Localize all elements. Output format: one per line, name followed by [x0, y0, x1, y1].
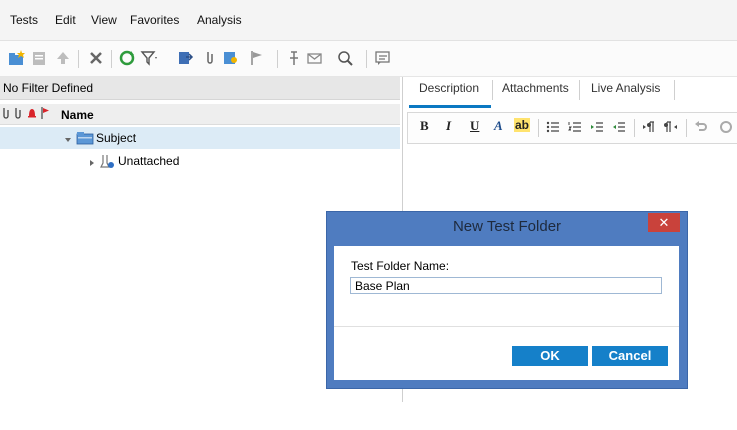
ok-button[interactable]: OK: [512, 346, 588, 366]
delete-icon[interactable]: [87, 49, 105, 67]
italic-button[interactable]: I: [446, 118, 451, 134]
menu-edit[interactable]: Edit: [55, 13, 76, 27]
filter-icon[interactable]: [140, 49, 158, 67]
new-folder-icon[interactable]: [8, 49, 26, 67]
chevron-down-icon[interactable]: [64, 133, 72, 142]
tab-live-analysis[interactable]: Live Analysis: [581, 77, 673, 105]
numbered-list-icon[interactable]: [568, 120, 582, 134]
attachment-column-icon[interactable]: [1, 106, 11, 120]
outdent-icon[interactable]: [612, 120, 626, 134]
font-color-button[interactable]: A: [494, 118, 503, 134]
unattached-test-icon: [99, 153, 115, 169]
find-icon[interactable]: [222, 49, 240, 67]
ltr-direction-icon[interactable]: [642, 120, 656, 134]
tree-node-label: Subject: [96, 131, 137, 145]
tab-attachments[interactable]: Attachments: [494, 77, 578, 105]
new-test-icon[interactable]: [30, 49, 48, 67]
folder-name-label: Test Folder Name:: [351, 259, 450, 273]
highlight-button[interactable]: ab: [514, 118, 531, 132]
tree-column-header: Name: [0, 104, 400, 125]
dialog-body: Test Folder Name: OK Cancel: [334, 246, 679, 380]
refresh-icon[interactable]: [118, 49, 136, 67]
cancel-button[interactable]: Cancel: [592, 346, 668, 366]
close-button[interactable]: ✕: [648, 213, 680, 232]
bullet-list-icon[interactable]: [546, 120, 560, 134]
link-column-icon[interactable]: [13, 106, 23, 120]
tree-node-subject[interactable]: Subject: [0, 127, 400, 149]
menu-view[interactable]: View: [91, 13, 117, 27]
attachment-icon[interactable]: [200, 49, 218, 67]
filter-status: No Filter Defined: [3, 81, 94, 95]
redo-icon[interactable]: [718, 120, 732, 134]
menu-tests[interactable]: Tests: [10, 13, 38, 27]
mail-icon[interactable]: [306, 49, 324, 67]
menu-bar: Tests Edit View Favorites Analysis: [0, 0, 737, 41]
tree-node-label: Unattached: [118, 154, 180, 168]
flag-column-icon[interactable]: [40, 106, 50, 120]
rtl-direction-icon[interactable]: [664, 120, 678, 134]
column-name-header[interactable]: Name: [61, 108, 94, 122]
indent-icon[interactable]: [590, 120, 604, 134]
rich-text-toolbar: B I U A ab: [407, 112, 737, 144]
chevron-right-icon[interactable]: [88, 156, 96, 166]
magnifier-icon[interactable]: [336, 49, 354, 67]
underline-button[interactable]: U: [470, 118, 479, 134]
menu-favorites[interactable]: Favorites: [130, 13, 179, 27]
up-arrow-icon[interactable]: [54, 49, 72, 67]
folder-name-input[interactable]: [350, 277, 662, 294]
dialog-title: New Test Folder: [452, 218, 562, 235]
export-icon[interactable]: [176, 49, 194, 67]
pin-icon[interactable]: [285, 49, 303, 67]
bold-button[interactable]: B: [420, 118, 429, 134]
new-test-folder-dialog: New Test Folder ✕ Test Folder Name: OK C…: [326, 211, 688, 389]
tab-description[interactable]: Description: [409, 77, 491, 108]
alert-column-icon[interactable]: [27, 106, 37, 120]
comment-icon[interactable]: [374, 49, 392, 67]
menu-analysis[interactable]: Analysis: [197, 13, 242, 27]
filter-bar[interactable]: No Filter Defined: [0, 77, 400, 100]
flag-icon[interactable]: [248, 49, 266, 67]
folder-icon: [76, 130, 94, 146]
tree-node-unattached[interactable]: Unattached: [0, 150, 400, 172]
undo-icon[interactable]: [694, 120, 708, 134]
main-toolbar: [0, 41, 737, 77]
